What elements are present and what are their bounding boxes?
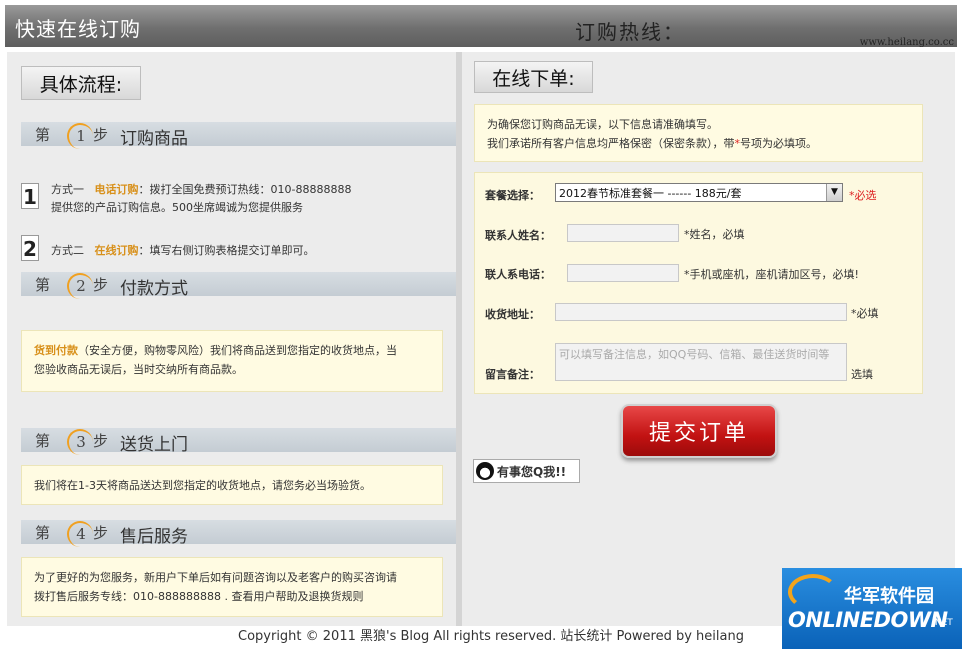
package-select[interactable]: 2012春节标准套餐一 ------ 188元/套 ▼ bbox=[555, 183, 843, 202]
logo-ring-icon bbox=[788, 574, 838, 610]
payment-note: 货到付款（安全方便，购物零风险）我们将商品送到您指定的收货地点，当 您验收商品无… bbox=[21, 330, 443, 392]
step-3-header: 第 3 步 送货上门 bbox=[21, 428, 456, 455]
order-heading: 在线下单: bbox=[474, 61, 593, 93]
method-2-line: 方式二 在线订购：填写右侧订购表格提交订单即可。 bbox=[51, 244, 315, 257]
hotline-label: 订购热线： bbox=[575, 20, 685, 44]
qq-penguin-icon bbox=[476, 462, 494, 480]
note-label: 留言备注： bbox=[485, 368, 540, 381]
name-hint: *姓名，必填 bbox=[684, 228, 745, 241]
online-order-highlight: 在线订购 bbox=[94, 244, 139, 257]
step-number: 3 bbox=[67, 429, 93, 455]
chevron-down-icon[interactable]: ▼ bbox=[826, 184, 842, 201]
order-form: 套餐选择： 2012春节标准套餐一 ------ 188元/套 ▼ *必选 联系… bbox=[474, 172, 923, 394]
aftersale-note: 为了更好的为您服务，新用户下单后如有问题咨询以及老客户的购买咨询请 拨打售后服务… bbox=[21, 557, 443, 617]
process-heading: 具体流程: bbox=[21, 66, 141, 100]
footer-copyright: Copyright © 2011 黑狼's Blog All rights re… bbox=[238, 629, 744, 644]
step-label: 送货上门 bbox=[120, 435, 188, 455]
method-1-line2: 提供您的产品订购信息。500坐席竭诚为您提供服务 bbox=[51, 201, 303, 214]
step-label: 售后服务 bbox=[120, 527, 188, 547]
phone-input[interactable] bbox=[567, 264, 679, 282]
delivery-note: 我们将在1-3天将商品送达到您指定的收货地点，请您务必当场验货。 bbox=[21, 465, 443, 505]
submit-order-button[interactable]: 提交订单 bbox=[621, 404, 777, 458]
site-url: www.heilang.co.cc bbox=[859, 37, 954, 48]
header-bar: 快速在线订购 订购热线： bbox=[5, 5, 957, 47]
step-label: 订购商品 bbox=[120, 129, 188, 149]
phone-label: 联人系电话： bbox=[485, 268, 551, 281]
method-2-badge: 2 bbox=[21, 235, 39, 261]
step-2-header: 第 2 步 付款方式 bbox=[21, 272, 456, 299]
name-input[interactable] bbox=[567, 224, 679, 242]
phone-order-highlight: 电话订购 bbox=[94, 183, 139, 196]
method-1-line1: 方式一 电话订购：拨打全国免费预订热线：010-88888888 bbox=[51, 183, 352, 196]
step-4-header: 第 4 步 售后服务 bbox=[21, 520, 456, 547]
cod-highlight: 货到付款 bbox=[34, 344, 78, 357]
step-number: 2 bbox=[67, 273, 93, 299]
step-1-header: 第 1 步 订购商品 bbox=[21, 122, 456, 149]
name-label: 联系人姓名： bbox=[485, 229, 551, 242]
note-textarea[interactable]: 可以填写备注信息，如QQ号码、信箱、最佳送货时间等 bbox=[555, 343, 847, 381]
note-hint: 选填 bbox=[851, 368, 873, 381]
qq-contact-button[interactable]: 有事您Q我!! bbox=[473, 459, 580, 483]
package-label: 套餐选择： bbox=[485, 189, 540, 202]
address-hint: *必填 bbox=[851, 307, 879, 320]
step-label: 付款方式 bbox=[120, 279, 188, 299]
process-panel: 具体流程: 第 1 步 订购商品 1 方式一 电话订购：拨打全国免费预订热线：0… bbox=[7, 52, 456, 626]
page-title: 快速在线订购 bbox=[15, 17, 141, 41]
address-label: 收货地址： bbox=[485, 308, 540, 321]
order-panel: 在线下单: 为确保您订购商品无误，以下信息请准确填写。 我们承诺所有客户信息均严… bbox=[462, 52, 955, 626]
step-number: 4 bbox=[67, 521, 93, 547]
phone-hint: *手机或座机，座机请加区号，必填! bbox=[684, 268, 859, 281]
package-hint: *必选 bbox=[849, 189, 877, 202]
onlinedown-logo: 华军软件园 ONLINEDOWN .NET bbox=[782, 568, 962, 649]
order-notice: 为确保您订购商品无误，以下信息请准确填写。 我们承诺所有客户信息均严格保密（保密… bbox=[474, 104, 923, 162]
step-number: 1 bbox=[67, 123, 93, 149]
method-1-badge: 1 bbox=[21, 183, 39, 209]
address-input[interactable] bbox=[555, 303, 847, 321]
